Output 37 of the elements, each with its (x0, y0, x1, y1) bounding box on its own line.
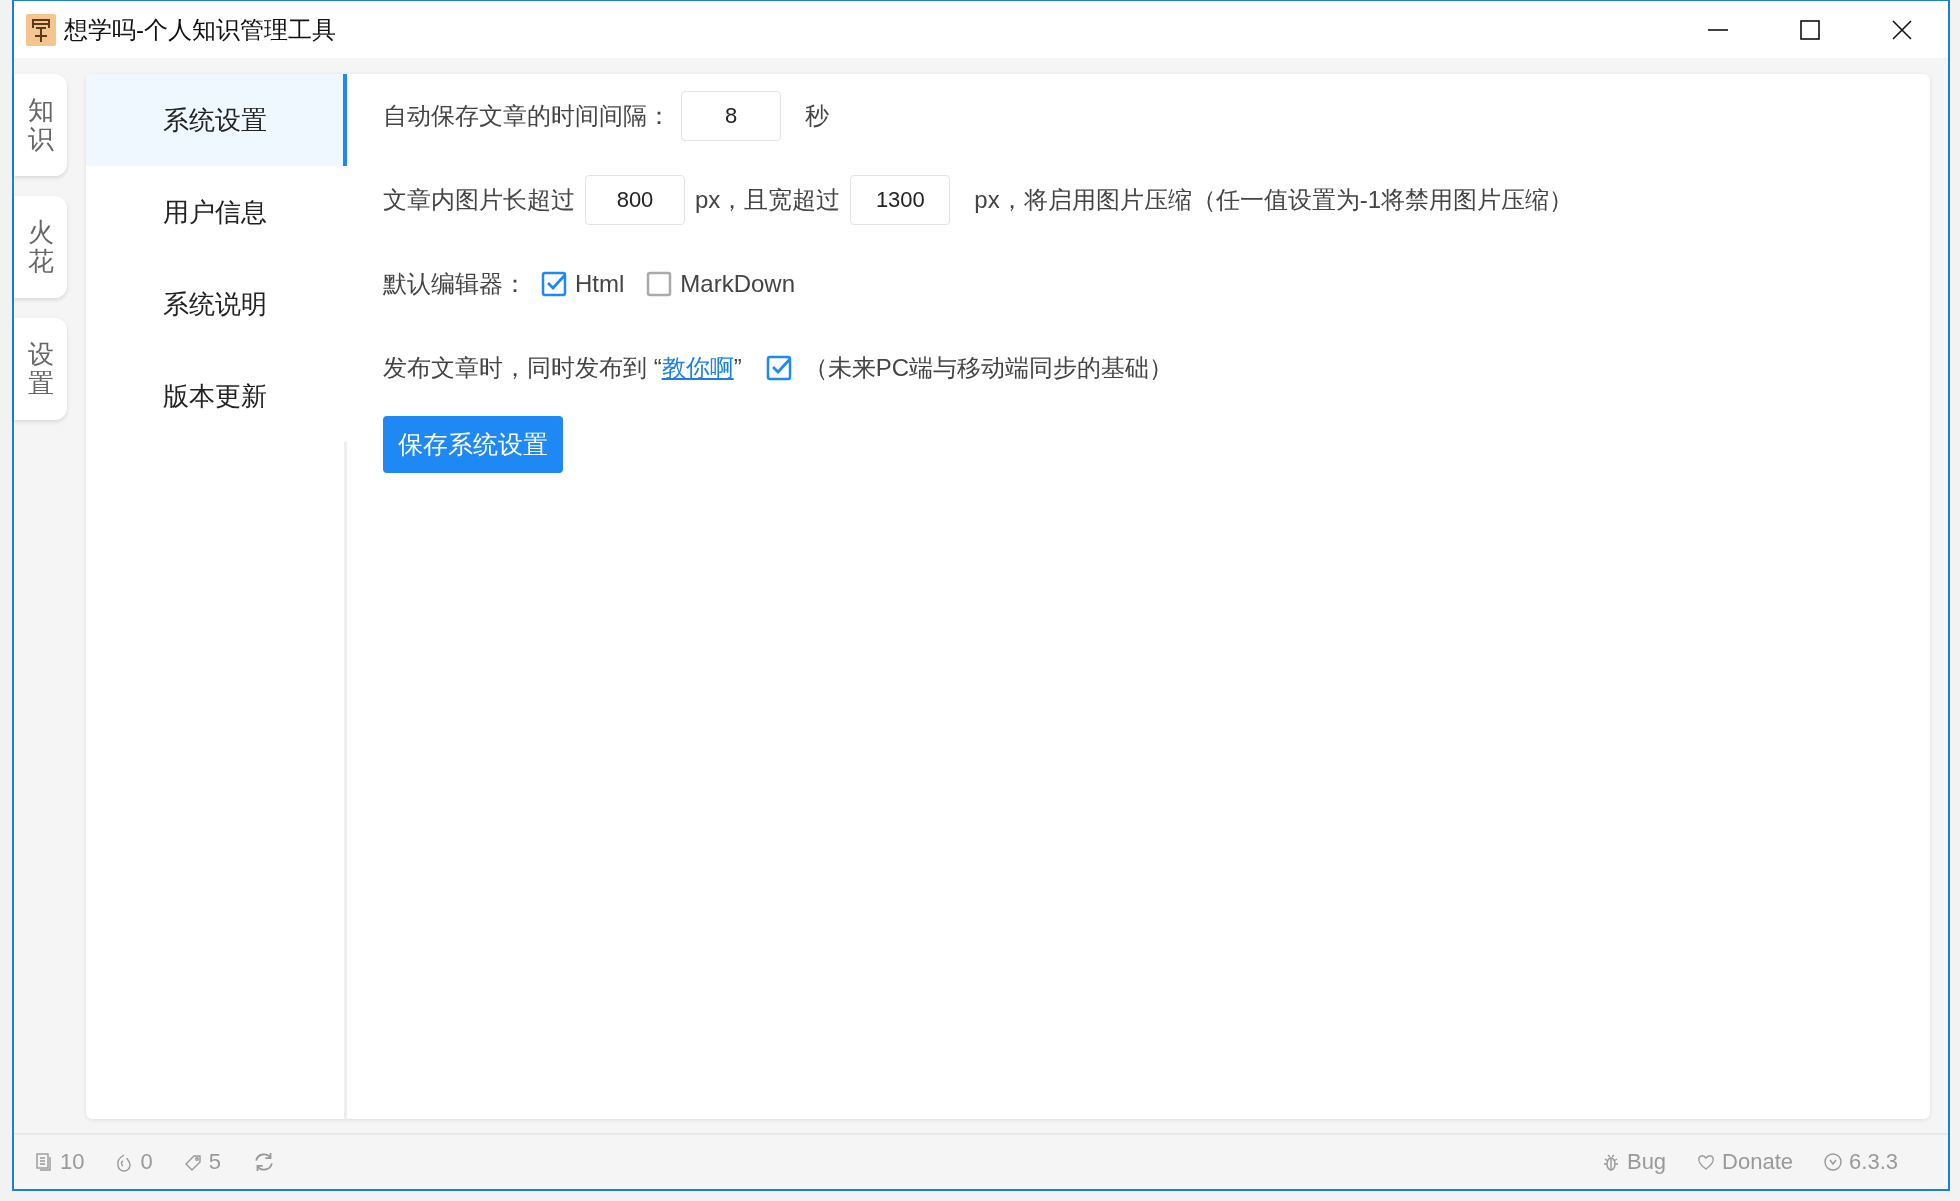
checkbox-label[interactable]: MarkDown (680, 270, 796, 298)
side-tab[interactable]: 火花 (14, 196, 67, 298)
field-label: ” (733, 354, 742, 382)
menu-item[interactable]: 版本更新 (86, 350, 347, 442)
checkbox-checked[interactable] (541, 271, 567, 297)
field-label: 默认编辑器： (383, 269, 527, 299)
menu-item[interactable]: 用户信息 (86, 166, 347, 258)
field-label: 文章内图片长超过 (383, 185, 575, 215)
input-field[interactable]: 8 (681, 91, 781, 141)
field-label: px，且宽超过 (695, 185, 841, 215)
unit-label: 秒 (805, 101, 829, 131)
input-field[interactable]: 800 (585, 175, 685, 225)
chevron-circle-icon (1823, 1152, 1844, 1172)
close-icon (1891, 18, 1913, 41)
document-icon (34, 1152, 54, 1172)
save-button[interactable]: 保存系统设置 (383, 416, 563, 473)
checkbox[interactable] (646, 271, 673, 297)
status-count: 10 (60, 1149, 85, 1175)
window-title: 想学吗-个人知识管理工具 (64, 14, 337, 45)
checkbox-checked[interactable] (765, 355, 792, 381)
status-count: 5 (208, 1149, 221, 1175)
menu-item[interactable]: 系统设置 (86, 74, 347, 166)
checkbox-label[interactable]: Html (575, 270, 625, 298)
status-count: 0 (140, 1149, 153, 1175)
link[interactable]: 教你啊 (661, 352, 734, 384)
field-label: px，将启用图片压缩（任一值设置为-1将禁用图片压缩） (974, 185, 1574, 215)
side-tab[interactable]: 知识 (14, 74, 67, 176)
note-text: （未来PC端与移动端同步的基础） (803, 353, 1173, 383)
menu-item[interactable]: 系统说明 (86, 258, 347, 350)
heart-icon (1696, 1152, 1717, 1172)
minimize-icon (1707, 28, 1729, 31)
app-logo-icon (26, 13, 56, 46)
maximize-icon (1799, 18, 1821, 41)
input-field[interactable]: 1300 (850, 175, 951, 225)
field-label: 发布文章时，同时发布到 “ (383, 353, 662, 383)
side-tab[interactable]: 设置 (14, 318, 67, 420)
field-label: 自动保存文章的时间间隔： (383, 101, 671, 131)
